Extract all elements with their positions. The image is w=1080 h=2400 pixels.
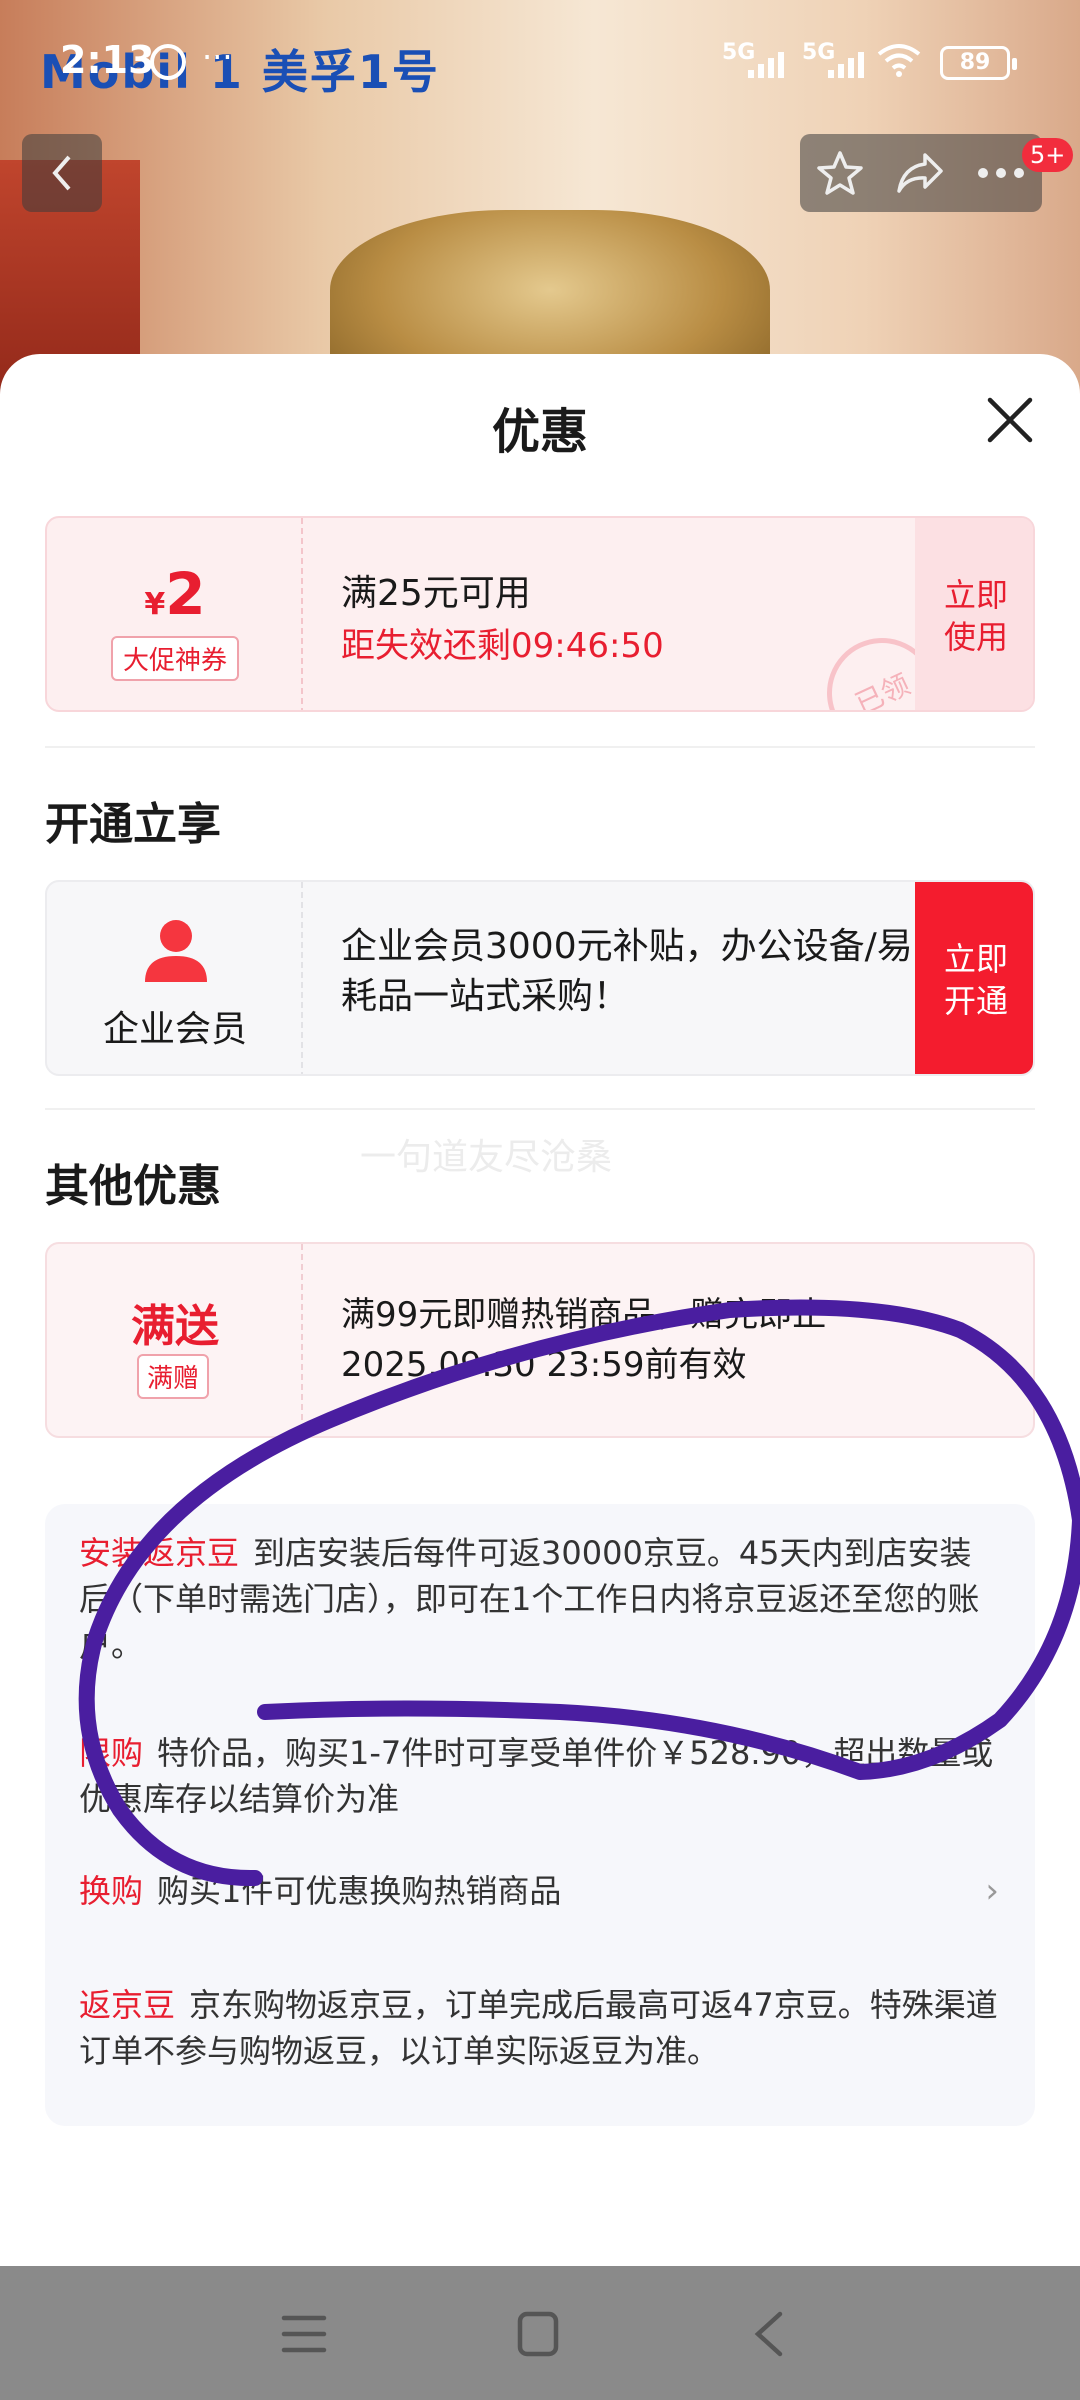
use-label-1: 立即	[943, 576, 1008, 614]
coupon-value: 2	[165, 560, 206, 628]
gift-tag: 满赠	[137, 1354, 210, 1399]
info-text: 购买1件可优惠换购热销商品	[157, 1872, 562, 1910]
use-coupon-button[interactable]: 立即 使用	[915, 518, 1033, 710]
info-text: 特价品，购买1-7件时可享受单件价￥528.90，超出数量或优惠库存以结算价为准	[79, 1734, 994, 1818]
share-icon[interactable]	[895, 151, 945, 195]
info-key: 换购	[79, 1872, 144, 1910]
coupon-tag: 大促神券	[111, 636, 240, 681]
back-button[interactable]	[22, 134, 102, 212]
gift-title-area: 满送 满赠	[47, 1244, 303, 1436]
info-row-purchase-limit: 限购 特价品，购买1-7件时可享受单件价￥528.90，超出数量或优惠库存以结算价…	[79, 1730, 999, 1822]
home-square-icon[interactable]	[508, 2308, 568, 2360]
coupon-amount-area: ¥2 大促神券	[47, 518, 303, 710]
more-icon[interactable]	[976, 166, 1026, 180]
divider	[45, 746, 1035, 748]
open-membership-button[interactable]: 立即 开通	[915, 882, 1033, 1074]
open-label-2: 开通	[943, 982, 1008, 1020]
chevron-right-icon: ›	[981, 1322, 996, 1363]
message-badge: 5+	[1022, 138, 1074, 172]
info-text: 京东购物返京豆，订单完成后最高可返47京豆。特殊渠道订单不参与购物返豆，以订单实…	[79, 1986, 998, 2070]
gift-promo-card[interactable]: 满送 满赠 满99元即赠热销商品，赠完即止 2025.09.30 23:59前有…	[45, 1242, 1035, 1438]
wifi-icon	[877, 44, 921, 77]
sheet-title: 优惠	[491, 404, 588, 460]
battery-indicator: 89	[940, 46, 1017, 80]
use-label-2: 使用	[943, 618, 1008, 656]
info-key: 返京豆	[79, 1986, 176, 2024]
top-action-group	[800, 134, 1042, 212]
star-icon[interactable]	[816, 149, 864, 197]
alarm-icon	[150, 44, 186, 80]
signal-icon-2	[828, 48, 864, 78]
member-icon-area: 企业会员	[47, 882, 303, 1074]
status-bar: 2:13 ··· 5G 5G 89	[0, 0, 1080, 120]
status-overflow: ···	[202, 38, 233, 76]
chevron-right-icon: ›	[985, 1871, 999, 1911]
close-icon[interactable]	[980, 390, 1040, 450]
watermark-text: 一句道友尽沧桑	[360, 1137, 613, 1178]
member-label: 企业会员	[102, 1009, 247, 1050]
gift-description: 满99元即赠热销商品，赠完即止 2025.09.30 23:59前有效	[341, 1295, 827, 1385]
coupon-card: ¥2 大促神券 满25元可用 距失效还剩09:46:50 已领 立即 使用	[45, 516, 1035, 712]
info-row-exchange[interactable]: 换购 购买1件可优惠换购热销商品 ›	[79, 1868, 999, 1914]
back-arrow-icon	[52, 155, 71, 191]
info-key: 限购	[79, 1734, 144, 1772]
coupon-condition: 满25元可用	[341, 573, 531, 614]
menu-icon[interactable]	[274, 2308, 334, 2360]
open-label-1: 立即	[943, 940, 1008, 978]
coupon-amount: ¥2	[47, 560, 303, 628]
enterprise-member-card: 企业会员 企业会员3000元补贴，办公设备/易耗品一站式采购！ 立即开通	[45, 880, 1035, 1076]
back-nav-icon[interactable]	[740, 2308, 800, 2360]
coupon-currency: ¥	[144, 587, 166, 622]
signal-icon-1	[748, 48, 784, 78]
system-navigation-bar	[0, 2266, 1080, 2400]
section-title-other: 其他优惠	[45, 1161, 221, 1212]
section-title-open: 开通立享	[45, 799, 221, 850]
status-time: 2:13	[60, 38, 155, 82]
gift-title: 满送	[131, 1301, 219, 1352]
info-row-return-beans: 返京豆 京东购物返京豆，订单完成后最高可返47京豆。特殊渠道订单不参与购物返豆，以…	[79, 1982, 999, 2074]
promotion-info-list: 安装返京豆 到店安装后每件可返30000京豆。45天内到店安装后（下单时需选门店）…	[45, 1504, 1035, 2126]
divider	[45, 1108, 1035, 1110]
person-icon	[145, 920, 207, 982]
member-description: 企业会员3000元补贴，办公设备/易耗品一站式采购！	[341, 926, 913, 1017]
discount-sheet: 优惠 ¥2 大促神券 满25元可用 距失效还剩09:46:50 已领 立即 使用 …	[0, 354, 1080, 2266]
info-row-install-beans: 安装返京豆 到店安装后每件可返30000京豆。45天内到店安装后（下单时需选门店）…	[79, 1530, 999, 1668]
info-key: 安装返京豆	[79, 1534, 240, 1572]
coupon-countdown: 距失效还剩09:46:50	[341, 626, 664, 666]
